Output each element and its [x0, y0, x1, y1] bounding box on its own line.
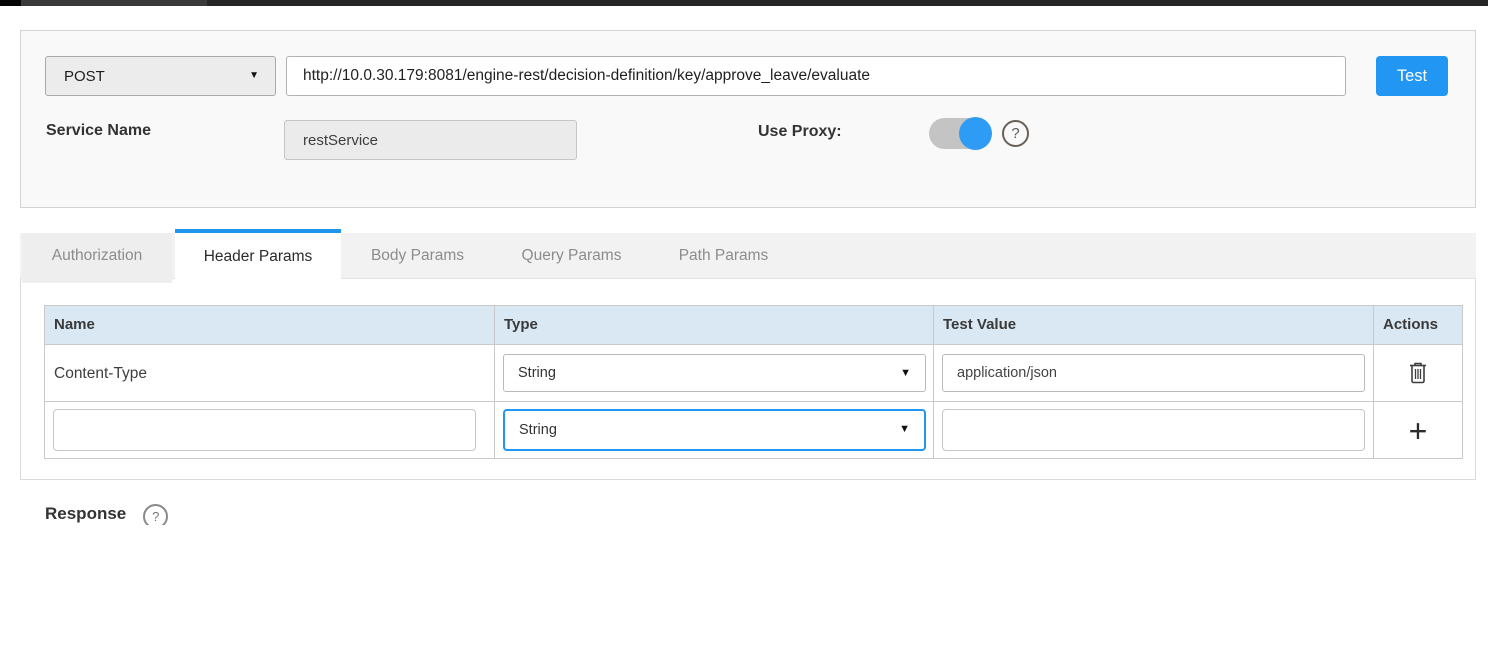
column-header-actions: Actions [1373, 306, 1462, 344]
plus-icon: + [1409, 413, 1428, 449]
service-name-label: Service Name [46, 122, 151, 140]
table-header-row: Name Type Test Value Actions [45, 306, 1462, 344]
test-button[interactable]: Test [1376, 56, 1448, 96]
new-param-type-select[interactable]: String ▼ [503, 409, 926, 451]
window-top-strip-segment [21, 0, 207, 6]
use-proxy-help-icon[interactable]: ? [1002, 120, 1029, 147]
tab-header-params[interactable]: Header Params [175, 229, 341, 285]
http-method-select[interactable]: POST ▼ [45, 56, 276, 96]
param-actions-cell: + [1373, 402, 1462, 458]
param-test-value-cell [933, 345, 1373, 401]
delete-row-button[interactable] [1404, 357, 1432, 391]
param-name-value: Content-Type [45, 345, 494, 402]
response-help-icon[interactable]: ? [143, 504, 168, 525]
add-row-button[interactable]: + [1405, 413, 1432, 449]
column-header-test-value: Test Value [933, 306, 1373, 344]
param-actions-cell [1373, 345, 1462, 401]
param-type-cell: String ▼ [494, 402, 933, 458]
table-row: Content-Type String ▼ [45, 344, 1462, 401]
use-proxy-label: Use Proxy: [758, 123, 842, 141]
toggle-thumb [959, 117, 992, 150]
tab-query-params[interactable]: Query Params [510, 233, 633, 278]
chevron-down-icon: ▼ [899, 423, 910, 435]
table-row: String ▼ + [45, 401, 1462, 458]
service-name-input[interactable] [284, 120, 577, 160]
chevron-down-icon: ▼ [900, 367, 911, 379]
param-name-cell [45, 402, 494, 458]
new-param-name-input[interactable] [53, 409, 476, 451]
param-type-value: String [518, 365, 556, 381]
http-method-value: POST [64, 68, 105, 85]
request-config-panel: POST ▼ Test Service Name Use Proxy: ? [20, 30, 1476, 208]
param-type-cell: String ▼ [494, 345, 933, 401]
param-type-value: String [519, 422, 557, 438]
param-test-value-input[interactable] [942, 354, 1365, 392]
response-label: Response [45, 503, 126, 524]
param-test-value-cell [933, 402, 1373, 458]
new-param-test-value-input[interactable] [942, 409, 1365, 451]
column-header-name: Name [45, 306, 494, 344]
param-type-select[interactable]: String ▼ [503, 354, 926, 392]
trash-icon [1408, 361, 1428, 384]
header-params-table: Name Type Test Value Actions Content-Typ… [44, 305, 1463, 459]
window-top-strip [0, 0, 1488, 6]
params-tabbar: Authorization Header Params Body Params … [20, 233, 1476, 278]
tab-body-params[interactable]: Body Params [360, 233, 475, 278]
param-name-cell: Content-Type [45, 345, 494, 401]
column-header-type: Type [494, 306, 933, 344]
request-url-input[interactable] [286, 56, 1346, 96]
tab-path-params[interactable]: Path Params [667, 233, 780, 278]
rest-service-test-screen: POST ▼ Test Service Name Use Proxy: ? Au… [0, 0, 1488, 646]
chevron-down-icon: ▼ [249, 70, 259, 81]
window-top-strip-segment [0, 0, 21, 6]
response-section: Response ? [45, 503, 168, 525]
tab-authorization[interactable]: Authorization [22, 233, 172, 283]
use-proxy-toggle[interactable] [929, 118, 991, 149]
